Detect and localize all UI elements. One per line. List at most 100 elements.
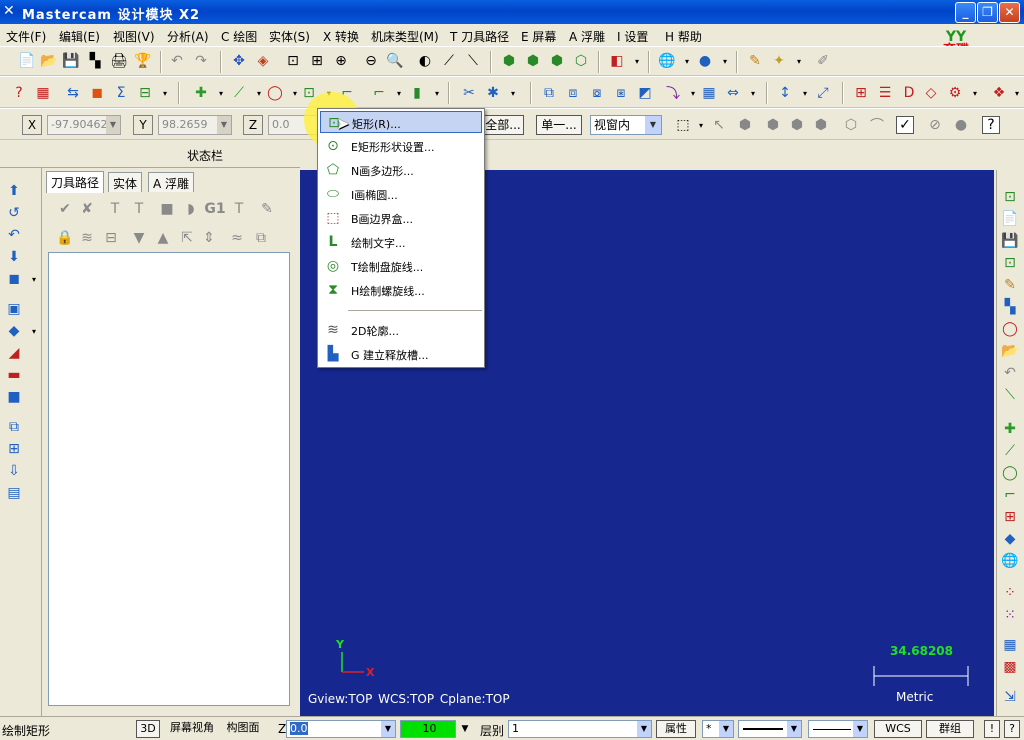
- solid-face-icon[interactable]: ⬢: [764, 116, 782, 134]
- roll-icon[interactable]: ⇔: [724, 84, 742, 102]
- palette-right-icon[interactable]: ▩: [1001, 658, 1019, 676]
- 3d-button[interactable]: 3D: [136, 720, 160, 738]
- chamfer-icon[interactable]: ⌐: [370, 84, 388, 102]
- x-coord-field[interactable]: -97.90462 ▼: [47, 115, 121, 135]
- save-icon[interactable]: 💾: [62, 52, 80, 70]
- verify-ops-icon[interactable]: ◗: [182, 200, 200, 218]
- regen-all-icon[interactable]: T: [106, 200, 124, 218]
- mirror-icon[interactable]: ⧈: [564, 84, 582, 102]
- arrow-down-icon[interactable]: ⬇: [5, 248, 23, 266]
- post-toggle-icon[interactable]: ⊟: [102, 229, 120, 247]
- globe-icon[interactable]: 🌐: [658, 52, 676, 70]
- chevron-down-icon[interactable]: ▼: [381, 721, 395, 737]
- mastercam-icon[interactable]: ✕: [3, 3, 19, 19]
- tab-solids[interactable]: 实体: [108, 172, 143, 192]
- rect-right-icon[interactable]: ⊡: [1001, 188, 1019, 206]
- solid-cube-dropdown-icon[interactable]: ▾: [25, 322, 43, 340]
- zoom-window-icon[interactable]: ⊞: [308, 52, 326, 70]
- move-up-icon[interactable]: ▲: [154, 229, 172, 247]
- select-single-button[interactable]: 单一...: [536, 115, 582, 135]
- scale-icon[interactable]: ⧆: [612, 84, 630, 102]
- settings-icon[interactable]: ❖: [990, 84, 1008, 102]
- zoom-out-icon[interactable]: 🔍: [386, 52, 404, 70]
- menu-analyze[interactable]: 分析(A): [167, 28, 209, 45]
- cube-front-icon[interactable]: ⬢: [524, 52, 542, 70]
- menu-edit[interactable]: 编辑(E): [59, 28, 100, 45]
- break-icon[interactable]: ✱: [484, 84, 502, 102]
- curve-icon[interactable]: ↶: [5, 226, 23, 244]
- stack-icon[interactable]: ⧉: [5, 418, 23, 436]
- x-coord-label[interactable]: X: [22, 115, 42, 135]
- solid-cube-icon[interactable]: ◆: [5, 322, 23, 340]
- menu-machine-type[interactable]: 机床类型(M): [371, 28, 439, 45]
- chevron-down-icon[interactable]: ▼: [853, 721, 867, 737]
- chevron-down-icon[interactable]: ▼: [787, 721, 801, 737]
- project-icon[interactable]: ⤵: [664, 84, 682, 102]
- array-icon[interactable]: ▦: [700, 84, 718, 102]
- close-button[interactable]: ✕: [999, 2, 1020, 23]
- move-down-icon[interactable]: ▼: [130, 229, 148, 247]
- fillet-right-icon[interactable]: ⌐: [1001, 486, 1019, 504]
- menu-item-spiral[interactable]: ◎ T绘制盘旋线...: [320, 255, 482, 277]
- cube-top-icon[interactable]: ⬢: [500, 52, 518, 70]
- gear-dropdown-icon[interactable]: ▾: [966, 84, 984, 102]
- color-field[interactable]: 10: [400, 720, 456, 738]
- solid-right-icon[interactable]: ◆: [1001, 530, 1019, 548]
- color-cube-icon[interactable]: ◼: [88, 84, 106, 102]
- note-icon[interactable]: ⤢: [814, 84, 832, 102]
- extrude-icon[interactable]: ▮: [408, 84, 426, 102]
- cube-iso-icon[interactable]: ⬡: [572, 52, 590, 70]
- arc-right-icon[interactable]: ◯: [1001, 464, 1019, 482]
- repaint-icon[interactable]: ◈: [254, 52, 272, 70]
- insert-arrow-icon[interactable]: ⇱: [178, 229, 196, 247]
- block-icon[interactable]: ■: [5, 388, 23, 406]
- solid-back-icon[interactable]: ⬡: [842, 116, 860, 134]
- info-button[interactable]: !: [984, 720, 1000, 738]
- merge-icon[interactable]: ▚: [86, 52, 104, 70]
- groups-button[interactable]: 群组: [926, 720, 974, 738]
- cplane-button[interactable]: 构图面: [222, 720, 264, 738]
- menu-item-rect-shapes[interactable]: ⊙ E矩形形状设置...: [320, 135, 482, 157]
- select-right-icon[interactable]: ⊡: [1001, 254, 1019, 272]
- sigma-icon[interactable]: Σ: [112, 84, 130, 102]
- level-field[interactable]: 1 ▼: [508, 720, 652, 738]
- line-style-select[interactable]: ▼: [738, 720, 802, 738]
- menu-item-ellipse[interactable]: ⬭ I画椭圆...: [320, 183, 482, 205]
- box-icon[interactable]: ◼: [5, 270, 23, 288]
- z-depth-field[interactable]: 0.0 ▼: [286, 720, 396, 738]
- overlap-icon[interactable]: ⧉: [252, 229, 270, 247]
- mill-dropdown-icon[interactable]: ▾: [156, 84, 174, 102]
- loop-icon[interactable]: ↺: [5, 204, 23, 222]
- break-dropdown-icon[interactable]: ▾: [504, 84, 522, 102]
- pan-icon[interactable]: ✥: [230, 52, 248, 70]
- dimension-icon[interactable]: ↕: [776, 84, 794, 102]
- no-entry-icon[interactable]: ⊘: [926, 116, 944, 134]
- resize-right-icon[interactable]: ⇲: [1001, 688, 1019, 706]
- line-right-icon[interactable]: ⟍: [1001, 386, 1019, 404]
- globe-right-icon[interactable]: 🌐: [1001, 552, 1019, 570]
- sparkle-icon[interactable]: ✦: [770, 52, 788, 70]
- globe-dropdown-icon[interactable]: ▾: [678, 52, 696, 70]
- menu-item-helix[interactable]: ⧗ H绘制螺旋线...: [320, 279, 482, 301]
- roll-dropdown-icon[interactable]: ▾: [744, 84, 762, 102]
- line-icon[interactable]: ⟋: [230, 84, 248, 102]
- open-file-icon[interactable]: 📂: [40, 52, 58, 70]
- backplot-icon[interactable]: ■: [158, 200, 176, 218]
- menu-relief[interactable]: A 浮雕: [569, 28, 605, 45]
- chevron-down-icon[interactable]: ▼: [217, 116, 231, 134]
- sparkle-dropdown-icon[interactable]: ▾: [790, 52, 808, 70]
- tab-toolpaths[interactable]: 刀具路径: [46, 171, 105, 193]
- menu-toolpaths[interactable]: T 刀具路径: [450, 28, 509, 45]
- arc-icon[interactable]: ◯: [266, 84, 284, 102]
- tag-icon[interactable]: ◇: [922, 84, 940, 102]
- select-box-dropdown-icon[interactable]: ▾: [692, 116, 710, 134]
- dots-right-icon[interactable]: ⁘: [1001, 584, 1019, 602]
- trophy-icon[interactable]: 🏆: [134, 52, 152, 70]
- print-icon[interactable]: 🖨: [110, 52, 128, 70]
- regen-dirty-icon[interactable]: T: [130, 200, 148, 218]
- frame-icon[interactable]: ▣: [5, 300, 23, 318]
- new-file-icon[interactable]: 📄: [18, 52, 36, 70]
- pencil-icon[interactable]: ✎: [746, 52, 764, 70]
- undo-right-icon[interactable]: ↶: [1001, 364, 1019, 382]
- y-coord-field[interactable]: 98.2659 ▼: [158, 115, 232, 135]
